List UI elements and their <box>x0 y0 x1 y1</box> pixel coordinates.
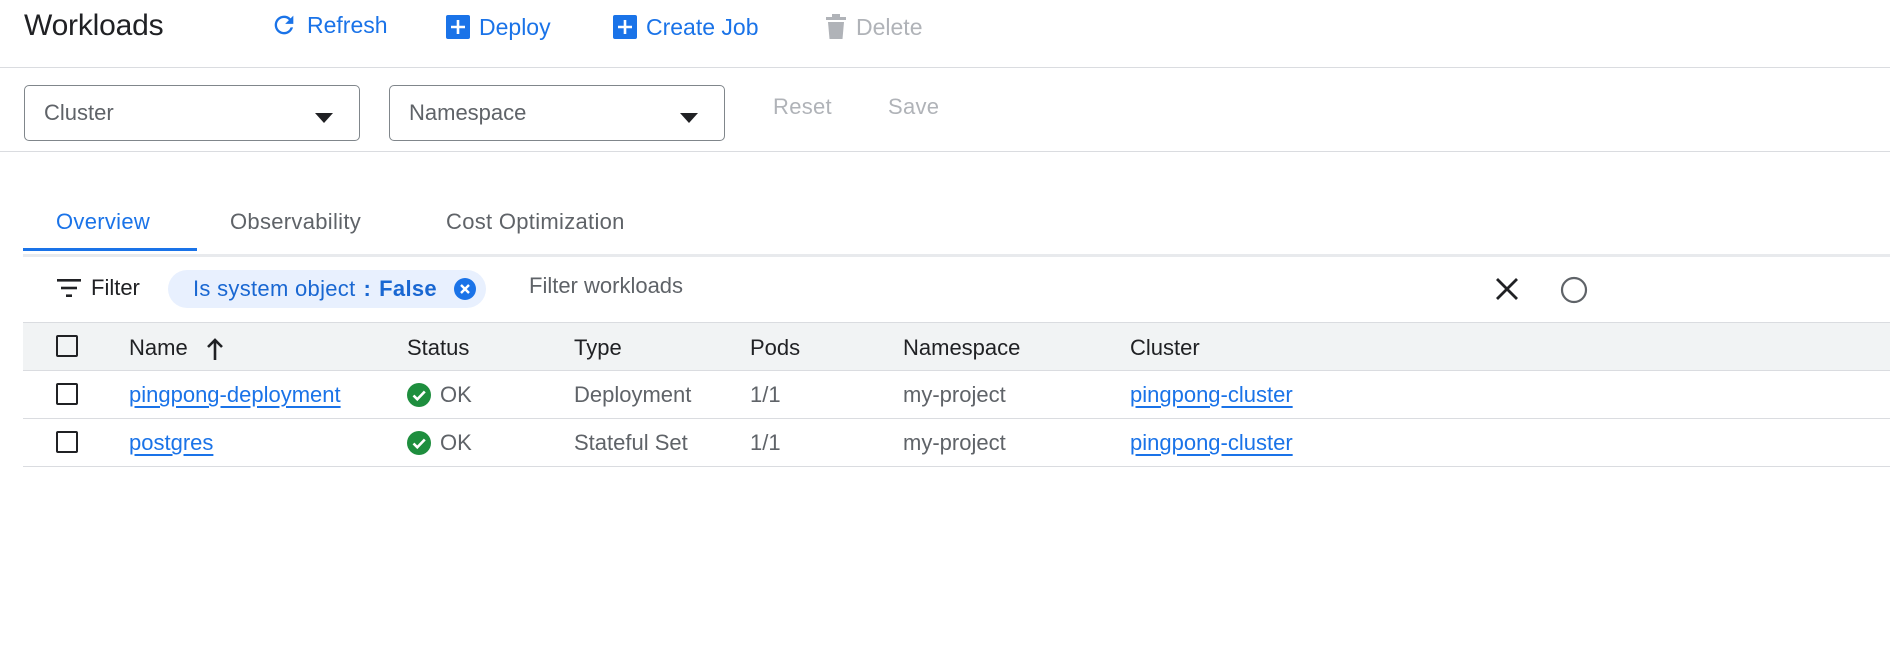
column-header-name[interactable]: Name <box>129 335 224 361</box>
tab-bar: Overview Observability Cost Optimization <box>23 196 1890 257</box>
table-header: Name Status Type Pods Namespace Cluster <box>23 323 1890 371</box>
create-job-label: Create Job <box>646 13 759 40</box>
check-circle-icon <box>407 383 431 407</box>
column-header-cluster[interactable]: Cluster <box>1130 335 1200 361</box>
type-cell: Deployment <box>574 382 692 407</box>
type-cell: Stateful Set <box>574 430 688 455</box>
status-cell: OK <box>407 382 472 408</box>
checkbox-box[interactable] <box>56 335 78 357</box>
delete-label: Delete <box>856 13 923 40</box>
add-box-icon <box>613 15 637 39</box>
column-header-pods[interactable]: Pods <box>750 335 800 361</box>
workloads-page: Workloads Refresh Deploy Create Job Dele… <box>0 0 1890 668</box>
workloads-table: Name Status Type Pods Namespace Cluster … <box>23 323 1890 467</box>
refresh-icon <box>270 10 298 40</box>
column-header-type[interactable]: Type <box>574 335 622 361</box>
arrow-up-icon <box>206 338 224 361</box>
status-cell: OK <box>407 430 472 456</box>
save-button[interactable]: Save <box>888 94 939 120</box>
reset-button[interactable]: Reset <box>773 94 832 120</box>
refresh-button[interactable]: Refresh <box>270 8 388 42</box>
filter-label: Filter <box>91 275 140 300</box>
tab-observability[interactable]: Observability <box>230 209 361 235</box>
close-icon[interactable] <box>1495 277 1519 301</box>
selector-toolbar: Cluster Namespace Reset Save <box>0 68 1890 152</box>
table-row: pingpong-deployment OK Deployment 1/1 my… <box>23 371 1890 419</box>
column-name-label: Name <box>129 335 188 360</box>
checkbox-box[interactable] <box>56 383 78 405</box>
namespace-cell: my-project <box>903 382 1006 407</box>
filter-chip-value: False <box>379 276 437 301</box>
row-checkbox[interactable] <box>56 431 78 453</box>
dropdown-caret-icon <box>315 110 333 128</box>
checkbox-box[interactable] <box>56 431 78 453</box>
cluster-select[interactable]: Cluster <box>24 85 360 141</box>
cluster-select-label: Cluster <box>44 100 114 125</box>
filter-list-icon <box>57 279 81 297</box>
create-job-button[interactable]: Create Job <box>613 10 759 44</box>
cancel-circle-icon[interactable] <box>453 277 477 301</box>
filter-chip-key: Is system object <box>193 276 356 301</box>
status-text: OK <box>440 430 472 455</box>
active-tab-indicator <box>23 248 197 251</box>
dropdown-caret-icon <box>680 110 698 128</box>
trash-icon <box>825 14 847 40</box>
filter-chip-separator: : <box>363 276 372 301</box>
select-all-checkbox[interactable] <box>56 335 78 357</box>
cluster-link[interactable]: pingpong-cluster <box>1130 382 1293 408</box>
status-text: OK <box>440 382 472 407</box>
filter-button[interactable]: Filter <box>57 275 140 301</box>
filter-chip[interactable]: Is system object : False <box>168 270 486 308</box>
tab-overview[interactable]: Overview <box>56 209 150 235</box>
deploy-button[interactable]: Deploy <box>446 10 551 44</box>
namespace-select-label: Namespace <box>409 100 527 125</box>
workload-name-link[interactable]: pingpong-deployment <box>129 382 341 408</box>
page-title: Workloads <box>24 9 164 42</box>
pods-cell: 1/1 <box>750 382 781 407</box>
column-header-namespace[interactable]: Namespace <box>903 335 1020 361</box>
namespace-cell: my-project <box>903 430 1006 455</box>
check-circle-icon <box>407 431 431 455</box>
filter-workloads-input[interactable] <box>529 273 1129 299</box>
tab-cost-optimization[interactable]: Cost Optimization <box>446 209 625 235</box>
delete-button[interactable]: Delete <box>825 10 922 44</box>
pods-cell: 1/1 <box>750 430 781 455</box>
deploy-label: Deploy <box>479 13 551 40</box>
help-circle-icon[interactable] <box>1559 276 1589 304</box>
table-row: postgres OK Stateful Set 1/1 my-project … <box>23 419 1890 467</box>
filter-bar: Filter Is system object : False <box>23 257 1890 323</box>
refresh-label: Refresh <box>307 11 388 38</box>
add-box-icon <box>446 15 470 39</box>
cluster-link[interactable]: pingpong-cluster <box>1130 430 1293 456</box>
row-checkbox[interactable] <box>56 383 78 405</box>
column-header-status[interactable]: Status <box>407 335 469 361</box>
workload-name-link[interactable]: postgres <box>129 430 213 456</box>
namespace-select[interactable]: Namespace <box>389 85 725 141</box>
page-header: Workloads Refresh Deploy Create Job Dele… <box>0 0 1890 68</box>
